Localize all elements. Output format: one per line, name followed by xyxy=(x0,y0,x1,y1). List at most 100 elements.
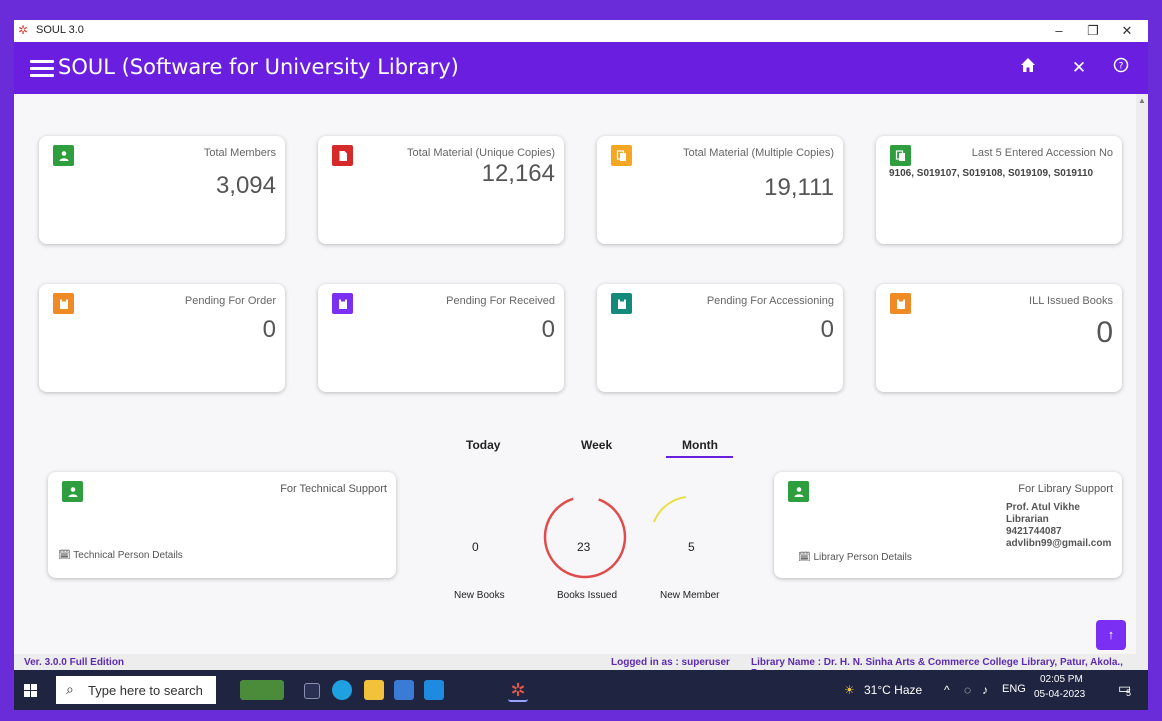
help-icon[interactable]: ? xyxy=(1110,57,1132,79)
taskbar: ⌕ Type here to search ✲ ☀ 31°C Haze ^ ◌ … xyxy=(14,670,1148,710)
home-icon[interactable] xyxy=(1017,57,1039,79)
clock-time[interactable]: 02:05 PM xyxy=(1040,674,1083,685)
tech-details-link[interactable]: 🗓︎ Technical Person Details xyxy=(58,550,183,561)
arrow-up-icon: ↑ xyxy=(1107,627,1115,642)
tech-details-label: Technical Person Details xyxy=(73,550,183,561)
maximize-button[interactable]: ❐ xyxy=(1078,22,1108,40)
tech-support-title: For Technical Support xyxy=(280,483,387,495)
books-issued-label: Books Issued xyxy=(557,590,618,601)
person-icon xyxy=(788,481,809,502)
card-value: 0 xyxy=(1096,316,1113,349)
card-value: 0 xyxy=(541,316,555,343)
librarian-phone: 9421744087 xyxy=(1006,526,1062,537)
hamburger-menu-icon[interactable] xyxy=(30,56,54,80)
librarian-email[interactable]: advlibn99@gmail.com xyxy=(1006,538,1111,550)
tech-support-card[interactable]: For Technical Support 🗓︎ Technical Perso… xyxy=(48,472,396,578)
unique-copies-card[interactable]: Total Material (Unique Copies) 12,164 xyxy=(318,136,564,244)
app-header: SOUL (Software for University Library) ✕… xyxy=(14,42,1148,94)
librarian-name: Prof. Atul Vikhe xyxy=(1006,502,1080,513)
calendar-icon: 🗓︎ xyxy=(798,552,814,563)
file-explorer-icon[interactable] xyxy=(364,680,384,700)
dinosaur-widget-icon[interactable] xyxy=(240,680,284,700)
card-label: Total Material (Unique Copies) xyxy=(407,147,555,159)
last-accession-card[interactable]: Last 5 Entered Accession No 9106, S01910… xyxy=(876,136,1122,244)
notification-count: 5 xyxy=(1126,688,1132,698)
store-icon[interactable] xyxy=(394,680,414,700)
weather-text[interactable]: 31°C Haze xyxy=(864,683,922,697)
dashboard: ▲ Total Members 3,094 Total Material (Un… xyxy=(14,94,1148,654)
pending-accessioning-card[interactable]: Pending For Accessioning 0 xyxy=(597,284,843,392)
ill-issued-card[interactable]: ILL Issued Books 0 xyxy=(876,284,1122,392)
mail-icon[interactable] xyxy=(424,680,444,700)
new-books-value: 0 xyxy=(472,540,479,554)
card-label: Pending For Accessioning xyxy=(706,295,834,307)
pending-order-card[interactable]: Pending For Order 0 xyxy=(39,284,285,392)
scrollbar[interactable]: ▲ xyxy=(1136,94,1148,654)
clipboard-icon xyxy=(611,293,632,314)
library-support-card[interactable]: For Library Support Prof. Atul Vikhe Lib… xyxy=(774,472,1122,578)
library-support-title: For Library Support xyxy=(1018,483,1113,495)
document-icon xyxy=(332,145,353,166)
copy-icon xyxy=(890,145,911,166)
volume-icon[interactable]: ♪ xyxy=(982,683,988,697)
clipboard-icon xyxy=(332,293,353,314)
card-label: Last 5 Entered Accession No xyxy=(971,147,1113,159)
weather-icon: ☀ xyxy=(844,683,855,697)
edge-icon[interactable] xyxy=(332,680,352,700)
window-title: SOUL 3.0 xyxy=(36,24,84,36)
total-members-card[interactable]: Total Members 3,094 xyxy=(39,136,285,244)
card-value: 0 xyxy=(262,316,276,343)
minimize-button[interactable]: – xyxy=(1044,22,1074,40)
tab-week[interactable]: Week xyxy=(581,438,612,452)
accession-list: 9106, S019107, S019108, S019109, S019110 xyxy=(889,168,1094,179)
multiple-copies-card[interactable]: Total Material (Multiple Copies) 19,111 xyxy=(597,136,843,244)
card-value: 12,164 xyxy=(481,160,555,187)
search-icon: ⌕ xyxy=(66,681,74,697)
new-member-label: New Member xyxy=(660,590,720,601)
windows-start-icon[interactable] xyxy=(24,684,37,697)
close-icon[interactable]: ✕ xyxy=(1068,57,1090,79)
books-issued-ring xyxy=(543,495,627,579)
card-label: Pending For Order xyxy=(184,295,276,307)
library-details-label: Library Person Details xyxy=(813,552,912,563)
tray-chevron-icon[interactable]: ^ xyxy=(944,683,950,697)
scroll-up-icon[interactable]: ▲ xyxy=(1137,96,1147,108)
scroll-top-button[interactable]: ↑ xyxy=(1096,620,1126,650)
title-bar: ✲ SOUL 3.0 – ❐ ✕ xyxy=(14,20,1148,43)
close-window-button[interactable]: ✕ xyxy=(1112,22,1142,40)
svg-text:?: ? xyxy=(1119,62,1124,72)
task-view-icon[interactable] xyxy=(304,683,320,699)
app-title: SOUL (Software for University Library) xyxy=(58,55,459,79)
tab-month[interactable]: Month xyxy=(682,438,718,452)
clipboard-icon xyxy=(53,293,74,314)
card-label: Pending For Received xyxy=(446,295,555,307)
library-details-link[interactable]: 🗓︎ Library Person Details xyxy=(798,552,912,563)
app-window: ✲ SOUL 3.0 – ❐ ✕ SOUL (Software for Univ… xyxy=(14,20,1148,710)
card-label: Total Members xyxy=(203,147,276,159)
version-text: Ver. 3.0.0 Full Edition xyxy=(24,657,125,668)
clipboard-icon xyxy=(890,293,911,314)
soul-logo-icon: ✲ xyxy=(18,23,29,37)
language-indicator[interactable]: ENG xyxy=(1002,683,1026,695)
network-icon[interactable]: ◌ xyxy=(964,683,971,697)
new-member-value: 5 xyxy=(688,540,695,554)
taskbar-search[interactable]: ⌕ Type here to search xyxy=(56,676,216,704)
active-tab-indicator xyxy=(666,456,733,458)
status-bar: Ver. 3.0.0 Full Edition Logged in as : s… xyxy=(14,654,1148,679)
card-value: 19,111 xyxy=(764,174,834,201)
calendar-icon: 🗓︎ xyxy=(58,550,74,561)
pending-received-card[interactable]: Pending For Received 0 xyxy=(318,284,564,392)
person-icon xyxy=(62,481,83,502)
soul-app-icon[interactable]: ✲ xyxy=(508,680,528,702)
person-icon xyxy=(53,145,74,166)
logged-in-text: Logged in as : superuser xyxy=(611,657,730,668)
tab-today[interactable]: Today xyxy=(466,438,500,452)
books-issued-value: 23 xyxy=(577,540,591,554)
copy-icon xyxy=(611,145,632,166)
card-value: 0 xyxy=(820,316,834,343)
new-member-ring xyxy=(653,496,687,523)
clock-date[interactable]: 05-04-2023 xyxy=(1034,689,1085,700)
search-placeholder: Type here to search xyxy=(88,683,203,698)
new-books-label: New Books xyxy=(454,590,505,601)
card-label: Total Material (Multiple Copies) xyxy=(683,147,834,159)
